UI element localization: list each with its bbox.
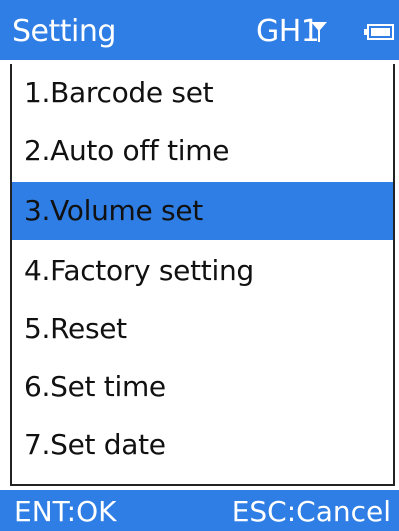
cancel-softkey[interactable]: ESC:Cancel xyxy=(232,492,391,531)
device-screen: Setting GH1 1.Barcode set 2.Auto off tim… xyxy=(0,0,399,531)
menu-item-auto-off-time[interactable]: 2.Auto off time xyxy=(12,122,393,180)
menu-item-barcode-set[interactable]: 1.Barcode set xyxy=(12,64,393,122)
antenna-icon xyxy=(311,22,327,42)
settings-menu: 1.Barcode set 2.Auto off time 3.Volume s… xyxy=(10,64,395,486)
menu-item-set-date[interactable]: 7.Set date xyxy=(12,416,393,474)
menu-item-set-time[interactable]: 6.Set time xyxy=(12,358,393,416)
battery-icon xyxy=(364,24,394,40)
title-bar: Setting GH1 xyxy=(0,0,399,60)
menu-item-reset[interactable]: 5.Reset xyxy=(12,300,393,358)
ok-softkey[interactable]: ENT:OK xyxy=(14,492,117,531)
menu-item-volume-set[interactable]: 3.Volume set xyxy=(12,182,393,240)
menu-item-factory-setting[interactable]: 4.Factory setting xyxy=(12,242,393,300)
footer-bar: ENT:OK ESC:Cancel xyxy=(0,490,399,531)
screen-title: Setting xyxy=(12,14,116,49)
signal-label: GH1 xyxy=(256,14,320,49)
